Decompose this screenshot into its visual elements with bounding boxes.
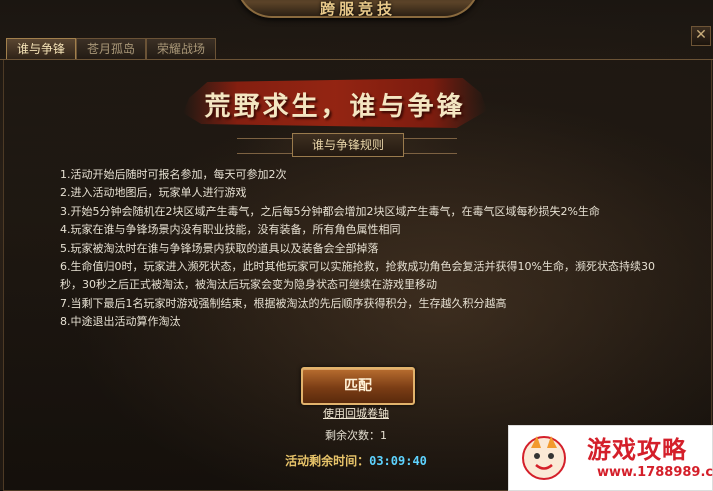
rules-list: 1.活动开始后随时可报名参加，每天可参加2次 2.进入活动地图后，玩家单人进行游… xyxy=(60,166,660,332)
rule-item: 8.中途退出活动算作淘汰 xyxy=(60,315,181,329)
tab-gudao[interactable]: 苍月孤岛 xyxy=(76,38,146,59)
rule-item: 3.开始5分钟会随机在2块区域产生毒气，之后每5分钟都会增加2块区域产生毒气，在… xyxy=(60,204,600,218)
close-icon: ✕ xyxy=(695,27,707,43)
watermark-url: www.1788989.com xyxy=(597,465,713,480)
return-scroll-link[interactable]: 使用回城卷轴 xyxy=(306,405,406,421)
close-button[interactable]: ✕ xyxy=(691,26,711,46)
event-timer: 活动剩余时间：03:09:40 xyxy=(270,452,442,469)
banner-title: 荒野求生，谁与争锋 xyxy=(204,92,466,122)
timer-label: 活动剩余时间： xyxy=(285,454,370,468)
tab-zhengfeng[interactable]: 谁与争锋 xyxy=(6,38,76,59)
rule-item: 6.生命值归0时，玩家进入濒死状态，此时其他玩家可以实施抢救，抢救成功角色会复活… xyxy=(60,260,655,292)
rule-item: 2.进入活动地图后，玩家单人进行游戏 xyxy=(60,186,247,200)
window-title-plate: 跨服竞技 xyxy=(236,0,480,18)
match-button[interactable]: 匹配 xyxy=(301,367,415,405)
remaining-value: 1 xyxy=(380,429,387,442)
watermark-logo-icon xyxy=(522,436,566,480)
window-title: 跨服竞技 xyxy=(319,0,396,18)
timer-value: 03:09:40 xyxy=(369,454,427,468)
tab-zhanchang[interactable]: 荣耀战场 xyxy=(146,38,216,59)
arena-window: 跨服竞技 ✕ 谁与争锋 苍月孤岛 荣耀战场 荒野求生，谁与争锋 谁与争锋规则 1… xyxy=(0,0,713,491)
rule-item: 7.当剩下最后1名玩家时游戏强制结束，根据被淘汰的先后顺序获得积分，生存越久积分… xyxy=(60,296,507,310)
watermark-title: 游戏攻略 xyxy=(587,436,687,464)
rule-item: 5.玩家被淘汰时在谁与争锋场景内获取的道具以及装备会全部掉落 xyxy=(60,241,379,255)
rule-item: 4.玩家在谁与争锋场景内没有职业技能，没有装备，所有角色属性相同 xyxy=(60,223,401,237)
remaining-label: 剩余次数： xyxy=(325,429,380,442)
rules-heading: 谁与争锋规则 xyxy=(292,133,404,157)
rule-item: 1.活动开始后随时可报名参加，每天可参加2次 xyxy=(60,168,287,181)
remaining-count: 剩余次数：1 xyxy=(300,427,412,443)
site-watermark: 游戏攻略 www.1788989.com xyxy=(508,425,713,491)
